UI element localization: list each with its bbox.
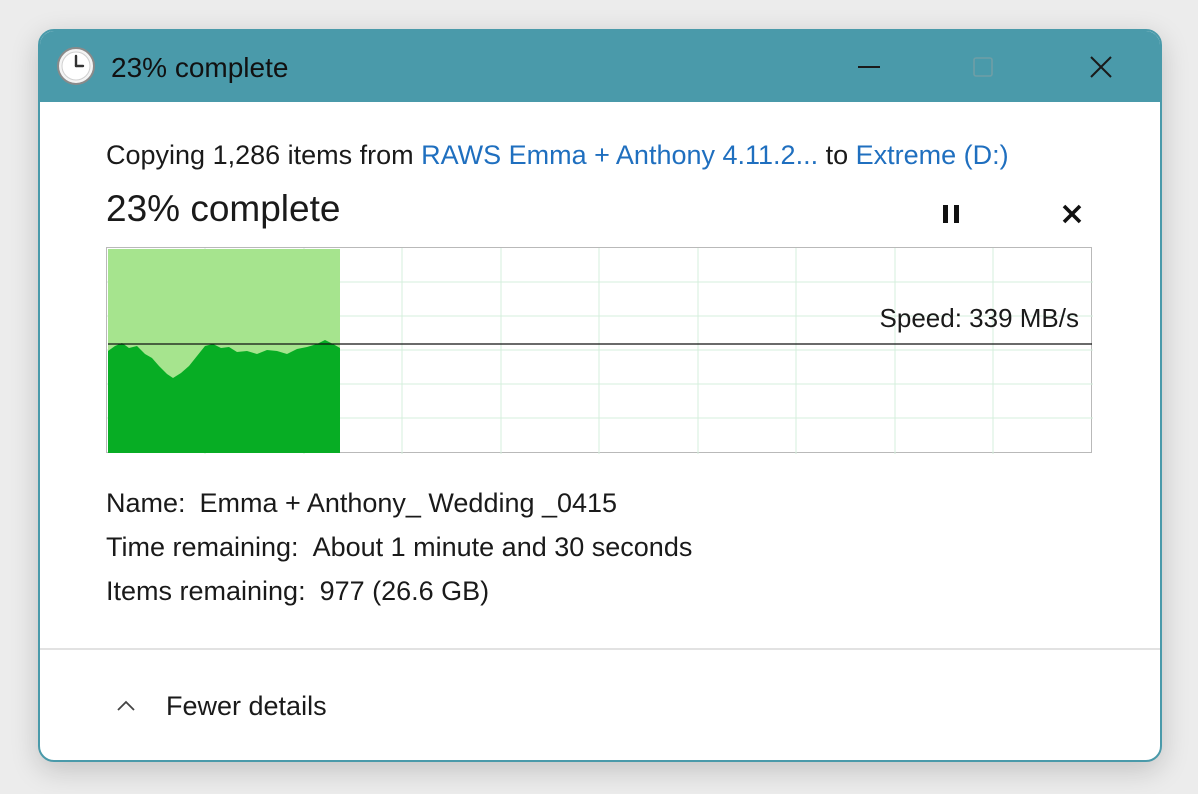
detail-time-key: Time remaining: [106, 532, 299, 562]
detail-items-value: 977 (26.6 GB) [319, 576, 490, 606]
chevron-up-icon [117, 700, 135, 711]
copy-summary: Copying 1,286 items from RAWS Emma + Ant… [106, 138, 1009, 172]
detail-name-value: Emma + Anthony_ Wedding _0415 [199, 488, 618, 518]
copy-prefix: Copying 1,286 items from [106, 140, 422, 170]
fewer-details-label: Fewer details [166, 690, 327, 721]
minimize-icon[interactable] [846, 44, 892, 90]
cancel-icon[interactable] [1052, 195, 1092, 235]
title-bar[interactable]: 23% complete [40, 31, 1160, 102]
detail-items-key: Items remaining: [106, 576, 306, 606]
detail-name: Name: Emma + Anthony_ Wedding _0415 [106, 486, 617, 520]
window-title: 23% complete [111, 52, 289, 83]
copy-dialog-window: 23% complete Copying 1,286 items from RA… [38, 29, 1162, 762]
speed-graph-canvas [107, 248, 1093, 454]
copy-connector: to [818, 140, 856, 170]
maximize-icon[interactable] [960, 44, 1006, 90]
clock-icon [57, 47, 95, 85]
pause-icon[interactable] [932, 195, 972, 235]
detail-time-remaining: Time remaining: About 1 minute and 30 sec… [106, 530, 692, 564]
speed-area [108, 340, 340, 453]
progress-heading: 23% complete [106, 188, 341, 229]
source-link[interactable]: RAWS Emma + Anthony 4.11.2... [421, 140, 818, 170]
destination-link[interactable]: Extreme (D:) [856, 140, 1009, 170]
fewer-details-button[interactable]: Fewer details [114, 686, 327, 726]
detail-name-key: Name: [106, 488, 186, 518]
detail-items-remaining: Items remaining: 977 (26.6 GB) [106, 574, 489, 608]
speed-graph: Speed: 339 MB/s [106, 247, 1093, 454]
footer-divider [40, 648, 1160, 650]
close-icon[interactable] [1078, 44, 1124, 90]
detail-time-value: About 1 minute and 30 seconds [312, 532, 693, 562]
speed-label: Speed: 339 MB/s [879, 303, 1079, 333]
